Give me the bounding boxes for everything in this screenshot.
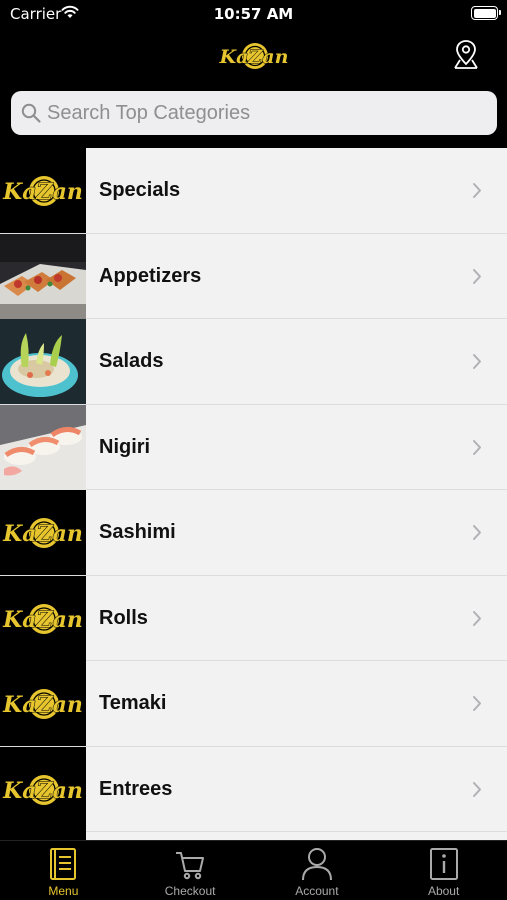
cart-icon — [176, 852, 205, 880]
list-item-salads[interactable]: Salads — [0, 319, 507, 405]
chevron-right-icon — [473, 354, 481, 369]
app-header: KaZan — [0, 30, 507, 82]
category-label: Temaki — [99, 692, 167, 714]
category-thumbnail: KaZan — [0, 490, 86, 575]
map-location-icon[interactable] — [452, 38, 480, 70]
tab-bar: Menu Checkout Account About — [0, 840, 507, 900]
tab-menu[interactable]: Menu — [0, 841, 127, 900]
info-icon — [429, 848, 458, 880]
kazan-logo-image: KaZan — [2, 603, 83, 634]
nigiri-photo — [0, 404, 86, 490]
status-bar: Carrier 10:57 AM — [0, 0, 507, 30]
category-thumbnail: KaZan — [0, 148, 86, 233]
tab-label: About — [427, 884, 460, 898]
tab-about[interactable]: About — [380, 841, 507, 900]
app-screen: Carrier 10:57 AM KaZan Search Top Catego… — [0, 0, 507, 900]
tab-label: Checkout — [164, 884, 216, 898]
category-label: Nigiri — [99, 435, 151, 458]
list-item-temaki[interactable]: KaZan Temaki — [0, 661, 507, 747]
kazan-logo-image: KaZan — [2, 518, 83, 548]
category-label: Salads — [99, 350, 164, 372]
list-item-appetizers[interactable]: Appetizers — [0, 233, 507, 319]
thumbnail-logo-text: KaZan — [2, 692, 83, 718]
thumbnail-logo-text: KaZan — [2, 521, 83, 547]
kazan-logo-image: KaZan — [2, 689, 83, 719]
person-icon — [301, 848, 332, 881]
tab-label: Account — [295, 884, 339, 898]
tab-account[interactable]: Account — [254, 841, 381, 900]
search-bar[interactable] — [11, 91, 497, 135]
list-item-sashimi[interactable]: KaZan Sashimi — [0, 490, 507, 576]
list-item-partial[interactable] — [0, 832, 507, 840]
list-item-nigiri[interactable]: Nigiri — [0, 404, 507, 490]
tab-label: Menu — [48, 884, 79, 898]
category-thumbnail — [0, 319, 86, 404]
list-item-rolls[interactable]: KaZan Rolls — [0, 575, 507, 661]
category-thumbnail: KaZan — [0, 661, 86, 746]
chevron-right-icon — [473, 439, 481, 455]
thumbnail-logo-text: KaZan — [2, 778, 83, 804]
category-label: Specials — [99, 179, 181, 201]
chevron-right-icon — [473, 268, 481, 284]
category-label: Rolls — [99, 606, 148, 629]
category-label: Entrees — [99, 777, 173, 800]
brand-logo: KaZan — [218, 43, 289, 69]
thumbnail-logo-text: KaZan — [2, 179, 83, 205]
status-time: 10:57 AM — [213, 5, 294, 23]
salad-photo — [0, 319, 86, 404]
search-input[interactable] — [47, 91, 487, 135]
category-thumbnail — [0, 404, 86, 490]
kazan-logo-image: KaZan — [2, 774, 83, 805]
category-thumbnail — [0, 832, 86, 840]
chevron-right-icon — [473, 781, 481, 797]
category-label: Sashimi — [99, 521, 176, 543]
list-item-specials[interactable]: KaZan Specials — [0, 148, 507, 234]
category-thumbnail: KaZan — [0, 575, 86, 661]
menu-icon — [50, 848, 77, 880]
list-item-entrees[interactable]: KaZan Entrees — [0, 746, 507, 832]
category-label: Appetizers — [99, 264, 202, 287]
chevron-right-icon — [473, 525, 481, 540]
thumbnail-logo-text: KaZan — [2, 607, 83, 633]
chevron-right-icon — [473, 183, 481, 198]
chevron-right-icon — [473, 610, 481, 626]
chevron-right-icon — [473, 696, 481, 711]
category-list: KaZan Specials Appetizers Salads Nigiri … — [0, 148, 507, 840]
search-icon — [21, 103, 41, 123]
appetizers-photo — [0, 233, 86, 319]
tab-checkout[interactable]: Checkout — [127, 841, 254, 900]
category-thumbnail: KaZan — [0, 746, 86, 832]
kazan-logo-image: KaZan — [2, 176, 83, 206]
battery-icon — [471, 6, 501, 20]
brand-logo-text: KaZan — [219, 46, 289, 68]
category-thumbnail — [0, 233, 86, 319]
